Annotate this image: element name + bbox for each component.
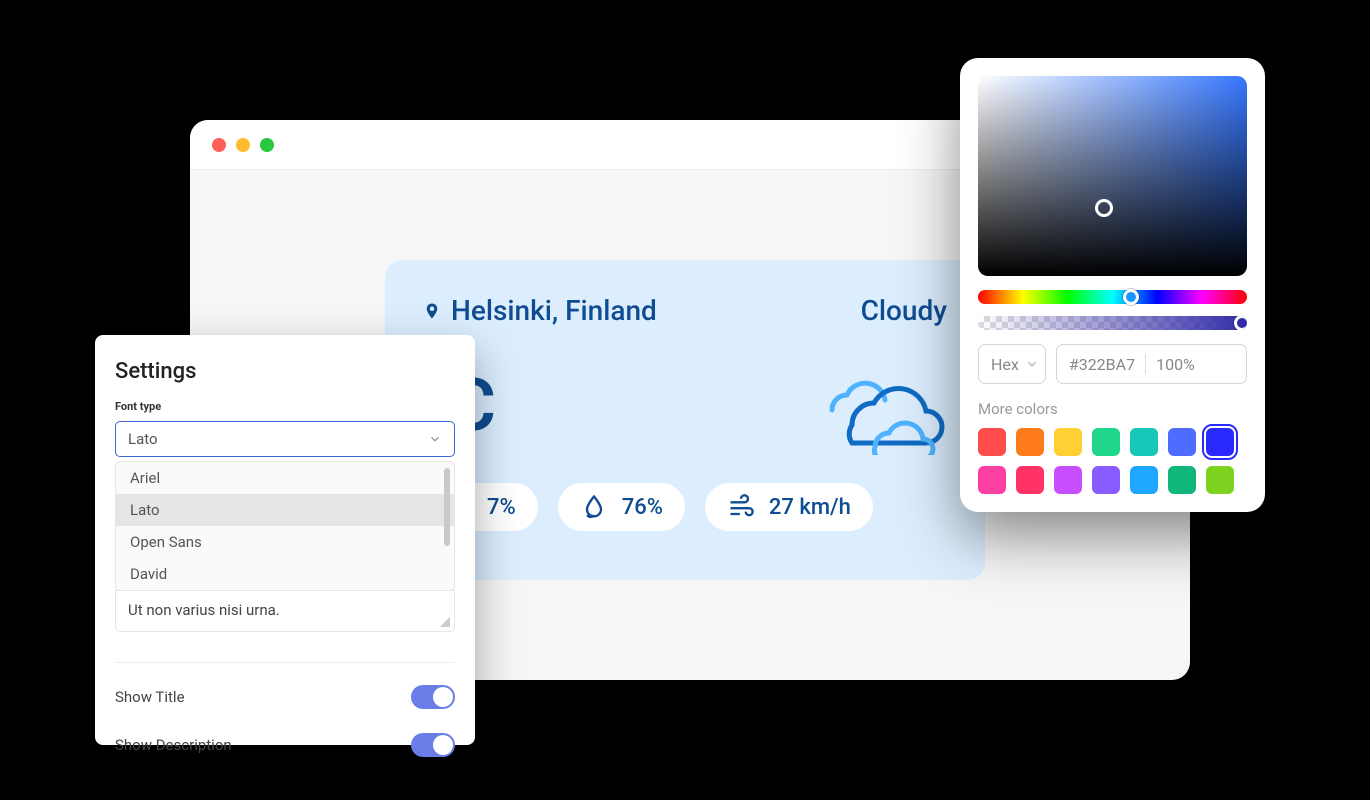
sv-handle[interactable] — [1095, 199, 1113, 217]
show-description-label: Show Description — [115, 736, 232, 754]
swatch-grid — [978, 428, 1247, 494]
font-preview[interactable]: Ut non varius nisi urna. — [115, 590, 455, 632]
minimize-icon[interactable] — [236, 138, 250, 152]
font-option[interactable]: Lato — [116, 494, 454, 526]
location-text: Helsinki, Finland — [451, 294, 657, 327]
more-colors-label: More colors — [978, 400, 1247, 418]
dropdown-scrollbar[interactable] — [444, 468, 450, 546]
chevron-down-icon — [428, 432, 442, 446]
font-option[interactable]: Open Sans — [116, 526, 454, 558]
stat-precipitation-value: 7% — [487, 495, 516, 520]
font-option[interactable]: David — [116, 558, 454, 590]
color-swatch[interactable] — [1054, 466, 1082, 494]
font-type-select[interactable]: Lato — [115, 421, 455, 457]
hex-input[interactable]: #322BA7 — [1069, 355, 1135, 374]
color-swatch[interactable] — [1130, 466, 1158, 494]
cloud-icon — [797, 355, 947, 455]
color-swatch[interactable] — [1054, 428, 1082, 456]
color-picker-panel: Hex #322BA7 100% More colors — [960, 58, 1265, 512]
settings-panel: Settings Font type Lato Ariel Lato Open … — [95, 335, 475, 745]
color-swatch[interactable] — [1130, 428, 1158, 456]
chevron-down-icon — [1025, 357, 1039, 371]
location-pin-icon — [423, 299, 441, 323]
font-type-label: Font type — [115, 400, 455, 413]
font-option[interactable]: Ariel — [116, 462, 454, 494]
color-swatch[interactable] — [978, 466, 1006, 494]
stat-wind: 27 km/h — [705, 483, 873, 531]
stat-humidity: 76% — [558, 483, 685, 531]
color-swatch[interactable] — [1206, 466, 1234, 494]
color-swatch[interactable] — [1168, 466, 1196, 494]
opacity-input[interactable]: 100% — [1156, 355, 1195, 374]
color-swatch[interactable] — [1168, 428, 1196, 456]
weather-widget: Helsinki, Finland Cloudy °C 7% — [385, 260, 985, 580]
hue-slider[interactable] — [978, 290, 1247, 304]
color-swatch[interactable] — [1092, 466, 1120, 494]
settings-title: Settings — [115, 359, 455, 384]
close-icon[interactable] — [212, 138, 226, 152]
stat-humidity-value: 76% — [622, 495, 663, 520]
stat-wind-value: 27 km/h — [769, 495, 851, 520]
hex-input-group: #322BA7 100% — [1056, 344, 1247, 384]
saturation-value-area[interactable] — [978, 76, 1247, 276]
hue-handle[interactable] — [1123, 289, 1139, 305]
show-title-label: Show Title — [115, 688, 185, 706]
show-title-toggle[interactable] — [411, 685, 455, 709]
color-swatch[interactable] — [1092, 428, 1120, 456]
show-description-toggle[interactable] — [411, 733, 455, 757]
divider — [1145, 354, 1146, 374]
color-format-value: Hex — [991, 355, 1019, 374]
weather-location: Helsinki, Finland — [423, 294, 657, 327]
font-type-dropdown: Ariel Lato Open Sans David — [115, 461, 455, 591]
color-swatch[interactable] — [1206, 428, 1234, 456]
color-format-select[interactable]: Hex — [978, 344, 1046, 384]
color-swatch[interactable] — [1016, 428, 1044, 456]
maximize-icon[interactable] — [260, 138, 274, 152]
font-type-selected: Lato — [128, 430, 158, 448]
alpha-handle[interactable] — [1234, 316, 1247, 330]
color-swatch[interactable] — [978, 428, 1006, 456]
color-swatch[interactable] — [1016, 466, 1044, 494]
wind-icon — [727, 493, 755, 521]
humidity-icon — [580, 493, 608, 521]
divider — [115, 662, 455, 663]
alpha-slider[interactable] — [978, 316, 1247, 330]
weather-condition: Cloudy — [861, 294, 947, 327]
